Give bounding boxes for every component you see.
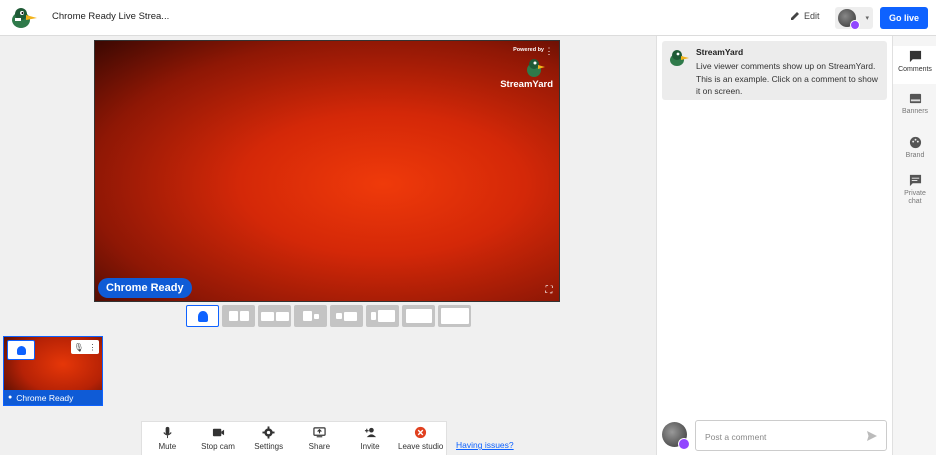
mute-button[interactable]: Mute [142, 422, 193, 455]
header: Chrome Ready Live Strea... Edit ▾ Go liv… [0, 0, 936, 36]
invite-button[interactable]: Invite [345, 422, 396, 455]
layout-pip-button[interactable] [366, 305, 399, 327]
streamyard-logo-icon [670, 50, 689, 66]
studio-toolbar: Mute Stop cam Settings Share Invite Leav… [141, 421, 447, 455]
layout-full-screen-button[interactable] [438, 305, 471, 327]
fullscreen-icon[interactable]: ⛶ [543, 285, 555, 297]
tab-private-chat[interactable]: Private chat [893, 174, 936, 206]
tab-banners-label: Banners [901, 108, 929, 115]
post-comment-input[interactable]: Post a comment [695, 420, 887, 451]
comment-item[interactable]: StreamYard Live viewer comments show up … [662, 41, 887, 100]
comment-author: StreamYard [696, 47, 744, 57]
close-circle-icon [415, 426, 427, 439]
layout-group-button[interactable] [258, 305, 291, 327]
tab-brand-label: Brand [905, 152, 925, 159]
streamyard-brand-text: StreamYard [500, 79, 553, 90]
tab-comments-label: Comments [898, 66, 932, 73]
pencil-icon [791, 12, 799, 20]
banner-icon [909, 93, 921, 104]
comment-text: Live viewer comments show up on StreamYa… [696, 61, 878, 96]
camera-icon [212, 428, 224, 437]
stop-cam-button[interactable]: Stop cam [193, 422, 244, 455]
twitch-icon [678, 438, 690, 450]
mic-icon [163, 426, 172, 439]
participant-thumbnail[interactable]: 🎙 ⋮ ● Chrome Ready [3, 336, 103, 406]
settings-label: Settings [254, 442, 284, 451]
twitch-icon [850, 20, 860, 30]
powered-by-label: Powered by [513, 47, 544, 53]
palette-icon [909, 136, 921, 149]
streamyard-logo-icon [527, 59, 545, 77]
side-rail: Comments Banners Brand Private chat [892, 36, 936, 455]
leave-studio-button[interactable]: Leave studio [395, 422, 446, 455]
tab-banners[interactable]: Banners [893, 92, 936, 116]
account-menu-button[interactable]: ▾ [835, 7, 873, 30]
tab-brand[interactable]: Brand [893, 136, 936, 160]
settings-button[interactable]: Settings [243, 422, 294, 455]
edit-label: Edit [804, 11, 820, 21]
broadcast-title[interactable]: Chrome Ready Live Strea... [52, 11, 169, 22]
layout-screen-button[interactable] [330, 305, 363, 327]
person-icon [16, 345, 26, 355]
leave-studio-label: Leave studio [398, 442, 444, 451]
share-button[interactable]: Share [294, 422, 345, 455]
thumbnail-controls: 🎙 ⋮ [71, 340, 99, 354]
thumbnail-label: ● Chrome Ready [4, 390, 102, 405]
share-label: Share [308, 442, 331, 451]
comment-icon [909, 50, 921, 63]
layout-thin-button[interactable] [402, 305, 435, 327]
avatar [838, 9, 860, 30]
layout-leader-button[interactable] [294, 305, 327, 327]
gear-icon [262, 426, 275, 439]
streamyard-logo-icon[interactable] [10, 6, 38, 30]
comments-panel: StreamYard Live viewer comments show up … [656, 36, 892, 455]
thumbnail-name: Chrome Ready [16, 392, 74, 403]
edit-button[interactable]: Edit [790, 11, 820, 21]
send-icon[interactable] [866, 430, 878, 442]
add-to-stage-button[interactable] [7, 340, 35, 360]
more-options-icon[interactable]: ⋮ [89, 343, 97, 352]
layout-solo-button[interactable] [186, 305, 219, 327]
post-comment-placeholder: Post a comment [705, 432, 767, 442]
add-person-icon [364, 427, 376, 438]
person-icon: ● [8, 394, 13, 401]
avatar [662, 422, 690, 450]
chevron-down-icon: ▾ [865, 15, 869, 22]
having-issues-link[interactable]: Having issues? [456, 440, 514, 450]
share-screen-icon [313, 427, 326, 438]
tab-comments[interactable]: Comments [893, 46, 936, 84]
stage-preview: Powered by ⋮ StreamYard Chrome Ready ⛶ [94, 40, 560, 302]
stop-cam-label: Stop cam [201, 442, 235, 451]
mute-label: Mute [158, 442, 177, 451]
invite-label: Invite [360, 442, 380, 451]
tab-private-chat-label: Private chat [904, 190, 926, 205]
mic-icon[interactable]: 🎙 [73, 343, 83, 352]
chat-icon [909, 174, 921, 187]
more-options-icon[interactable]: ⋮ [544, 45, 554, 57]
go-live-button[interactable]: Go live [880, 7, 928, 29]
participant-name-banner: Chrome Ready [98, 278, 192, 298]
layout-cropped-button[interactable] [222, 305, 255, 327]
layout-selector [186, 305, 471, 327]
